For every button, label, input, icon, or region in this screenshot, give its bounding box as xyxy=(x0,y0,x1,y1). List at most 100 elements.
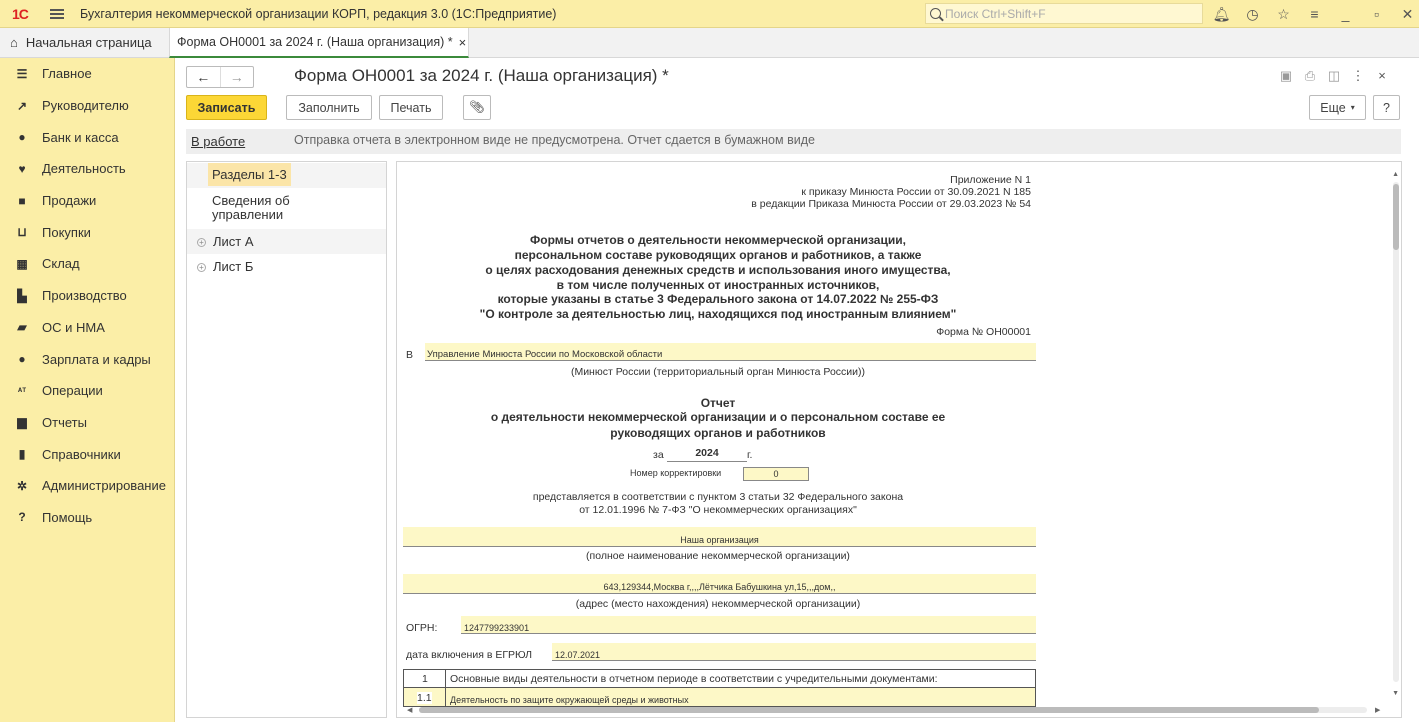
sidebar-item-assets[interactable]: ▰ ОС и НМА xyxy=(0,312,174,344)
global-search-input[interactable]: Поиск Ctrl+Shift+F xyxy=(925,3,1203,24)
section-item[interactable]: + Лист Б xyxy=(187,254,386,279)
tab-document-label: Форма ОН0001 за 2024 г. (Наша организаци… xyxy=(177,35,453,49)
attach-button[interactable]: 📎︎ xyxy=(463,95,491,120)
org-name-field[interactable]: Наша организация xyxy=(403,527,1036,547)
print-button[interactable]: Печать xyxy=(379,95,443,120)
sidebar-item-help[interactable]: ? Помощь xyxy=(0,502,174,534)
scroll-up-icon[interactable]: ▲ xyxy=(1392,171,1399,178)
save-button[interactable]: Записать xyxy=(186,95,267,120)
form-heading-line: персональном составе руководящих органов… xyxy=(514,248,922,262)
more-vertical-icon[interactable]: ⋮ xyxy=(1346,68,1370,84)
expand-icon[interactable]: + xyxy=(197,263,206,273)
bell-icon[interactable]: 🔔︎ xyxy=(1206,6,1237,23)
menu-icon: ☰ xyxy=(16,66,28,81)
back-arrow-icon[interactable]: ← xyxy=(187,67,220,87)
history-icon[interactable]: ◷ xyxy=(1237,6,1268,23)
sidebar-item-label: Деятельность xyxy=(42,161,126,177)
report-title: руководящих органов и работников xyxy=(610,426,826,440)
sidebar-item-manager[interactable]: ↗ Руководителю xyxy=(0,90,174,122)
coin-icon: ● xyxy=(18,130,26,145)
sidebar-item-label: Администрирование xyxy=(42,478,166,494)
address-caption: (адрес (место нахождения) некоммерческой… xyxy=(575,598,861,610)
section-item[interactable]: Разделы 1-3 xyxy=(187,163,386,188)
year-field[interactable]: 2024 xyxy=(667,445,747,462)
status-link[interactable]: В работе xyxy=(191,134,245,149)
sidebar-item-reports[interactable]: ▆ Отчеты xyxy=(0,407,174,439)
section-item[interactable]: + Лист А xyxy=(187,229,386,254)
horizontal-scroll-thumb[interactable] xyxy=(419,707,1319,713)
correction-label: Номер корректировки xyxy=(630,468,722,478)
minimize-icon[interactable]: _ xyxy=(1330,6,1361,22)
truck-icon: ▰ xyxy=(17,320,27,335)
correction-field[interactable]: 0 xyxy=(743,467,809,481)
table-row[interactable]: 1.1 Деятельность по защите окружающей ср… xyxy=(403,687,1036,708)
scroll-down-icon[interactable]: ▼ xyxy=(1392,690,1399,697)
report-title: Отчет xyxy=(700,396,736,410)
sidebar-item-production[interactable]: ▙ Производство xyxy=(0,280,174,312)
tab-home-label: Начальная страница xyxy=(25,35,152,50)
sidebar-item-main[interactable]: ☰ Главное xyxy=(0,58,174,90)
paperclip-icon: 📎︎ xyxy=(469,100,485,114)
org-name-caption: (полное наименование некоммерческой орга… xyxy=(586,550,850,562)
scroll-left-icon[interactable]: ◀ xyxy=(407,706,412,714)
report-document: Приложение N 1 к приказу Минюста России … xyxy=(396,161,1402,718)
sidebar-item-label: Отчеты xyxy=(42,414,87,430)
cart-icon: ⊔ xyxy=(17,225,27,240)
appendix-line: Приложение N 1 xyxy=(950,174,1031,186)
bar-chart-icon: ▆ xyxy=(17,415,27,430)
sidebar-item-label: Главное xyxy=(42,66,92,82)
bag-icon: ■ xyxy=(18,193,26,208)
sidebar-item-sales[interactable]: ■ Продажи xyxy=(0,185,174,217)
sidebar-item-admin[interactable]: ✲ Администрирование xyxy=(0,470,174,502)
sidebar-item-operations[interactable]: ᴬᵀ Операции xyxy=(0,375,174,407)
help-button[interactable]: ? xyxy=(1373,95,1400,120)
basis-line: представляется в соответствии с пунктом … xyxy=(532,491,904,503)
gear-icon: ✲ xyxy=(16,478,28,493)
restore-icon[interactable]: ▫ xyxy=(1361,6,1392,22)
egrul-date-field[interactable]: 12.07.2021 xyxy=(552,643,1036,661)
sidebar-item-payroll[interactable]: ● Зарплата и кадры xyxy=(0,343,174,375)
main-menu-icon[interactable] xyxy=(50,8,64,19)
sidebar: ☰ Главное ↗ Руководителю ● Банк и касса ♥ Де… xyxy=(0,58,175,722)
close-icon[interactable]: ✕ xyxy=(1392,6,1419,23)
address-field[interactable]: 643,129344,Москва г,,,,Лётчика Бабушкина… xyxy=(403,574,1036,594)
horizontal-scrollbar[interactable] xyxy=(419,707,1367,713)
sidebar-item-purchases[interactable]: ⊔ Покупки xyxy=(0,216,174,248)
scroll-right-icon[interactable]: ▶ xyxy=(1375,706,1380,714)
close-tab-icon[interactable]: × xyxy=(459,35,467,50)
ogrn-field[interactable]: 1247799233901 xyxy=(461,616,1036,634)
vertical-scrollbar[interactable] xyxy=(1393,182,1399,682)
forward-arrow-icon[interactable]: → xyxy=(219,67,254,87)
dtkt-icon: ᴬᵀ xyxy=(17,385,27,396)
tab-document[interactable]: Форма ОН0001 за 2024 г. (Наша организаци… xyxy=(169,28,469,58)
status-text: Отправка отчета в электронном виде не пр… xyxy=(294,133,815,147)
section-item[interactable]: Сведения об управлении xyxy=(187,194,307,222)
sidebar-item-warehouse[interactable]: ▦ Склад xyxy=(0,248,174,280)
star-icon[interactable]: ☆ xyxy=(1268,6,1299,23)
more-button-label: Еще xyxy=(1320,100,1346,115)
form-actions: ▣ ⎙ ◫ ⋮ × xyxy=(1274,68,1394,84)
divider xyxy=(445,670,446,688)
sidebar-item-label: Банк и касса xyxy=(42,129,119,145)
save-disk-icon[interactable]: ▣ xyxy=(1274,68,1298,84)
close-form-icon[interactable]: × xyxy=(1370,68,1394,84)
vertical-scroll-thumb[interactable] xyxy=(1393,184,1399,250)
preview-icon[interactable]: ◫ xyxy=(1322,68,1346,84)
sidebar-item-catalogs[interactable]: ▮ Справочники xyxy=(0,438,174,470)
tab-home[interactable]: ⌂ Начальная страница xyxy=(0,28,166,57)
settings-icon[interactable]: ≡ xyxy=(1299,6,1330,22)
expand-icon[interactable]: + xyxy=(197,238,206,248)
sidebar-item-activity[interactable]: ♥ Деятельность xyxy=(0,153,174,185)
more-button[interactable]: Еще ▾ xyxy=(1309,95,1366,120)
book-icon: ▮ xyxy=(18,447,26,462)
row-text: Основные виды деятельности в отчетном пе… xyxy=(450,673,938,685)
recipient-field[interactable]: Управление Минюста России по Московской … xyxy=(425,343,1036,361)
section-label: Лист А xyxy=(213,234,254,249)
sidebar-item-label: Производство xyxy=(42,288,127,304)
history-nav: ← → xyxy=(186,66,254,88)
fill-button[interactable]: Заполнить xyxy=(286,95,372,120)
print-icon[interactable]: ⎙ xyxy=(1298,68,1322,84)
section-label: Разделы 1-3 xyxy=(208,163,291,186)
app-logo: 1С xyxy=(12,5,29,22)
sidebar-item-bank[interactable]: ● Банк и касса xyxy=(0,121,174,153)
